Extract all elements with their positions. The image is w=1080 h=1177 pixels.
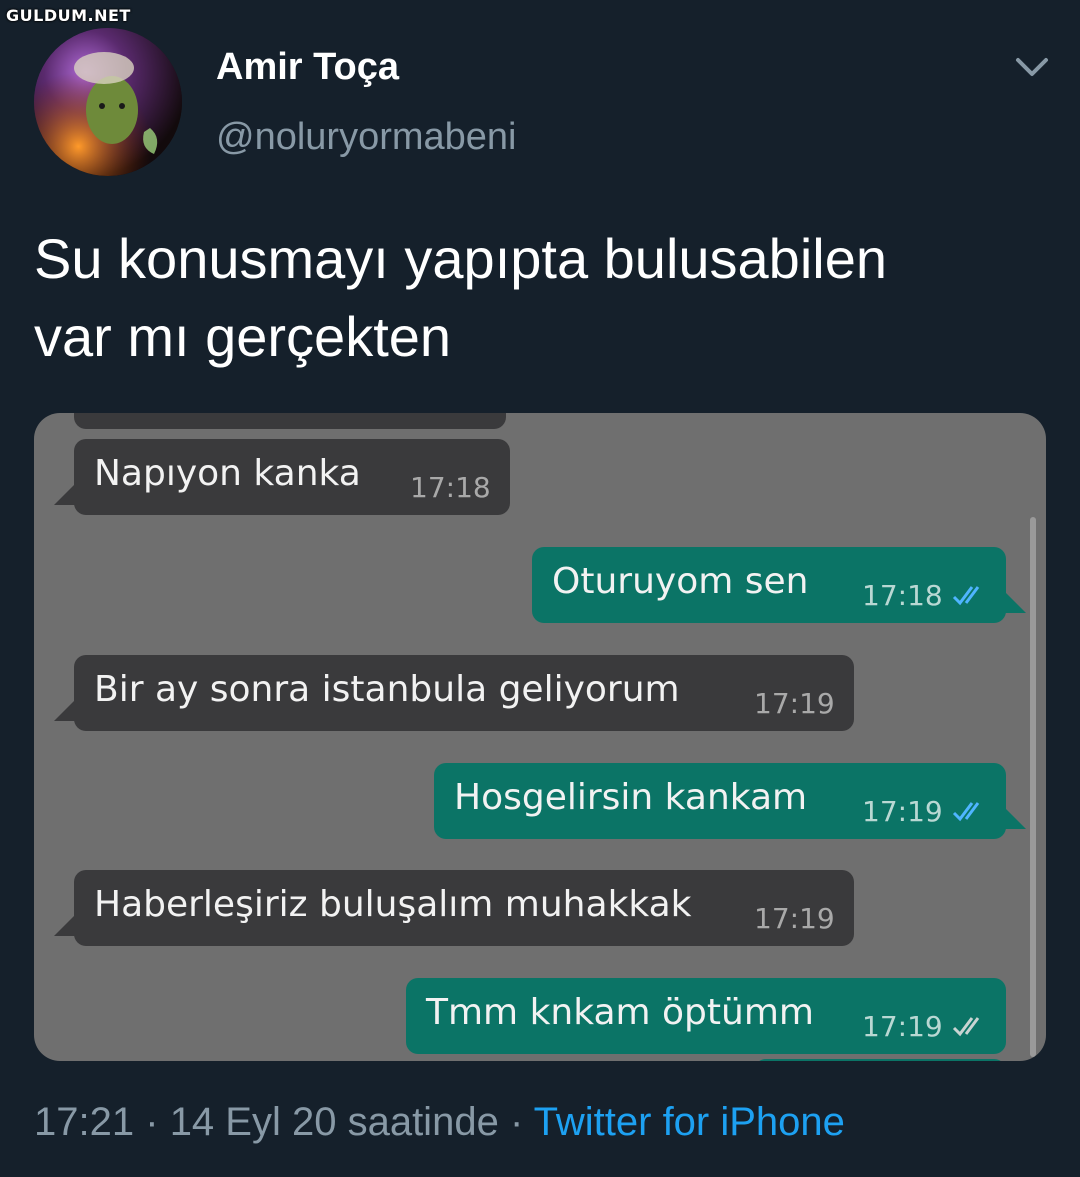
bubble-tail — [1004, 807, 1026, 829]
tweet-time[interactable]: 17:21 — [34, 1100, 134, 1144]
chat-message-outgoing: Oturuyom sen 17:18 — [532, 547, 1026, 623]
display-name[interactable]: Amir Toça — [216, 46, 399, 89]
message-text: Hosgelirsin kankam — [454, 777, 808, 818]
message-time: 17:18 — [862, 579, 943, 612]
message-text: Haberleşiriz buluşalım muhakkak — [94, 884, 692, 925]
message-time: 17:18 — [410, 471, 491, 504]
tweet-text-line-2: var mı gerçekten — [34, 305, 452, 368]
tweet-source-link[interactable]: Twitter for iPhone — [534, 1100, 845, 1144]
double-check-icon — [952, 1017, 980, 1037]
message-text: Tmm knkam öptümm — [426, 992, 814, 1033]
message-time: 17:19 — [754, 902, 835, 935]
chevron-down-icon[interactable] — [1014, 52, 1050, 82]
attached-chat-screenshot[interactable]: Napıyon kanka 17:18 Oturuyom sen 17:18 B… — [34, 413, 1046, 1061]
chat-message-incoming: Bir ay sonra istanbula geliyorum 17:19 — [54, 655, 854, 731]
chat-message-outgoing: Hosgelirsin kankam 17:19 — [434, 763, 1026, 839]
user-handle[interactable]: @noluryormabeni — [216, 116, 517, 159]
chat-message-outgoing: Tmm knkam öptümm 17:19 — [406, 978, 1006, 1054]
bubble-tail — [1004, 591, 1026, 613]
site-watermark: GULDUM.NET — [6, 6, 131, 25]
double-check-icon — [952, 586, 980, 606]
metadata-separator: · — [509, 1100, 524, 1144]
chat-scrollbar — [1030, 517, 1036, 1057]
message-time: 17:19 — [862, 795, 943, 828]
message-text: Napıyon kanka — [94, 453, 361, 494]
cropped-message-bubble — [754, 1059, 1006, 1061]
metadata-separator: · — [145, 1100, 159, 1144]
tweet-date[interactable]: 14 Eyl 20 saatinde — [170, 1100, 499, 1144]
tweet-metadata: 17:21 · 14 Eyl 20 saatinde · Twitter for… — [34, 1100, 845, 1145]
tweet-text-line-1: Su konusmayı yapıpta bulusabilen — [34, 227, 887, 290]
avatar[interactable] — [34, 28, 182, 176]
cropped-message-bubble — [74, 413, 506, 429]
bubble-tail — [54, 699, 76, 721]
bubble-tail — [54, 914, 76, 936]
tweet-text: Su konusmayı yapıpta bulusabilen var mı … — [34, 220, 1044, 376]
bubble-tail — [54, 483, 76, 505]
double-check-icon — [952, 802, 980, 822]
message-time: 17:19 — [862, 1010, 943, 1043]
message-text: Bir ay sonra istanbula geliyorum — [94, 669, 680, 710]
chat-message-incoming: Haberleşiriz buluşalım muhakkak 17:19 — [54, 870, 854, 946]
avatar-image — [34, 28, 182, 176]
message-time: 17:19 — [754, 687, 835, 720]
message-text: Oturuyom sen — [552, 561, 809, 602]
chat-message-incoming: Napıyon kanka 17:18 — [54, 439, 510, 515]
